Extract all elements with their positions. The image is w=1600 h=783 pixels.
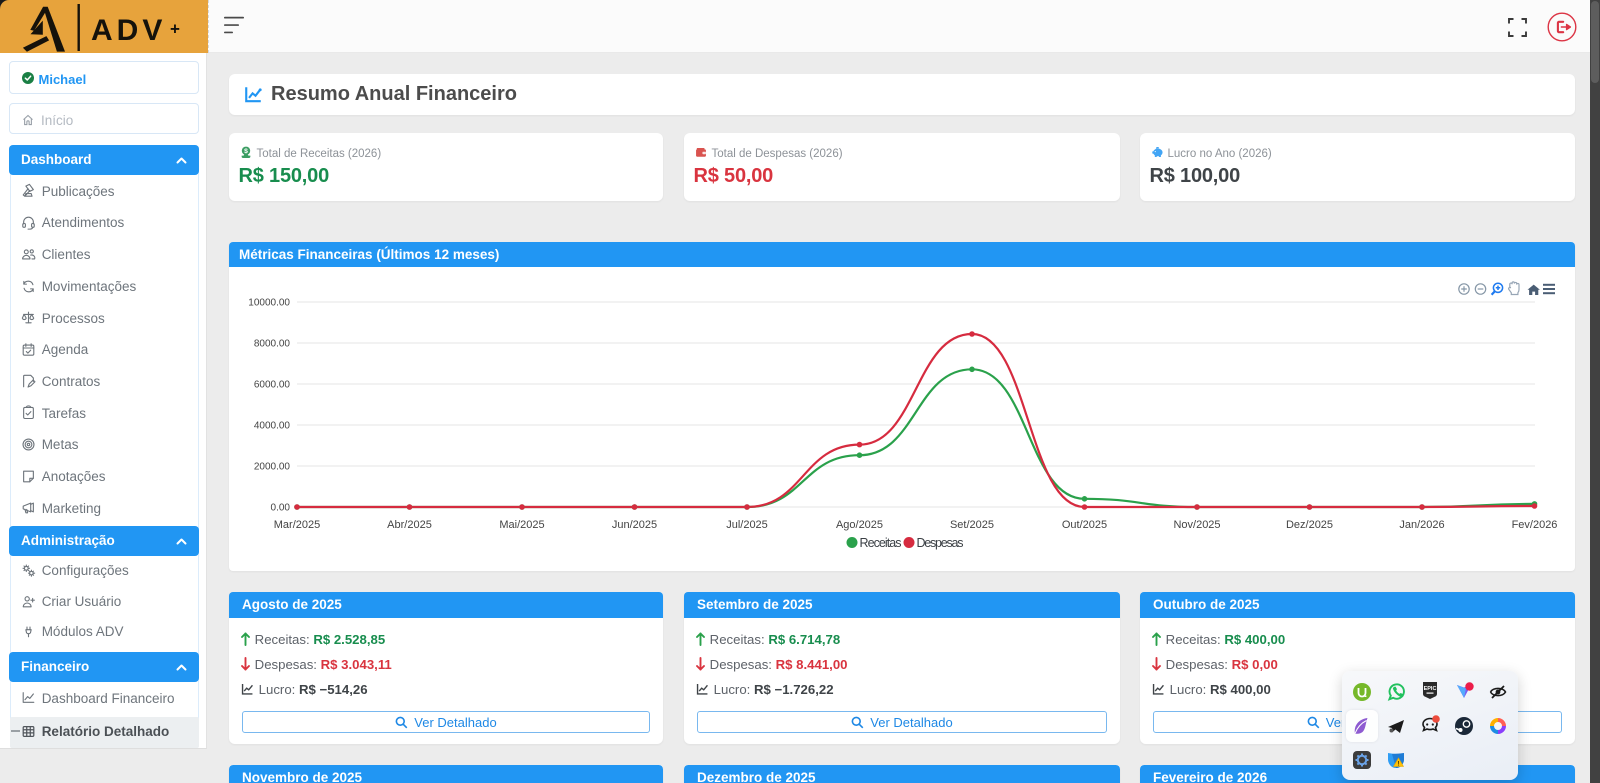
svg-text:+: + (170, 20, 180, 39)
svg-text:2000.00: 2000.00 (254, 462, 291, 473)
svg-text:Abr/2025: Abr/2025 (387, 519, 432, 531)
svg-text:Jul/2025: Jul/2025 (726, 519, 768, 531)
svg-text:Out/2025: Out/2025 (1062, 519, 1107, 531)
svg-text:Jan/2026: Jan/2026 (1399, 519, 1444, 531)
svg-text:Receitas: Receitas (860, 536, 902, 550)
svg-text:10000.00: 10000.00 (248, 298, 290, 309)
svg-text:Set/2025: Set/2025 (950, 519, 994, 531)
svg-text:Mar/2025: Mar/2025 (274, 519, 320, 531)
svg-text:Nov/2025: Nov/2025 (1173, 519, 1220, 531)
svg-text:4000.00: 4000.00 (254, 421, 291, 432)
svg-text:Jun/2025: Jun/2025 (612, 519, 657, 531)
svg-text:$: $ (244, 148, 248, 155)
svg-text:Fev/2026: Fev/2026 (1512, 519, 1558, 531)
svg-text:0.00: 0.00 (271, 503, 291, 514)
svg-text:Dez/2025: Dez/2025 (1286, 519, 1333, 531)
svg-text:6000.00: 6000.00 (254, 380, 291, 391)
svg-text:ADV: ADV (91, 14, 166, 47)
svg-text:Despesas: Despesas (917, 536, 964, 550)
svg-text:8000.00: 8000.00 (254, 339, 291, 350)
svg-text:!: ! (1398, 762, 1400, 768)
svg-text:Mai/2025: Mai/2025 (499, 519, 544, 531)
svg-text:EPIC: EPIC (1424, 686, 1437, 692)
svg-text:Ago/2025: Ago/2025 (836, 519, 883, 531)
